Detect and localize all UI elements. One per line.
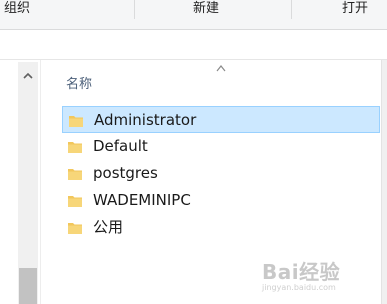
list-item-public[interactable]: 公用 bbox=[62, 214, 380, 241]
ribbon-separator bbox=[134, 0, 135, 19]
list-item-label: 公用 bbox=[93, 218, 124, 236]
ribbon-separator bbox=[291, 0, 292, 19]
nav-pane-scrollbar[interactable] bbox=[18, 62, 38, 304]
folder-icon bbox=[68, 196, 82, 207]
scroll-up-arrow-icon[interactable] bbox=[22, 70, 34, 82]
column-header-name[interactable]: 名称 bbox=[66, 73, 92, 92]
list-item-label: postgres bbox=[93, 164, 158, 182]
folder-icon bbox=[69, 116, 83, 127]
watermark-url: jingyan.baidu.com bbox=[262, 283, 336, 292]
baidu-jingyan-watermark: Bai经验 jingyan.baidu.com bbox=[262, 256, 382, 300]
pane-divider[interactable] bbox=[40, 60, 41, 304]
file-list: Administrator Default postgres WADEMINIP… bbox=[62, 106, 380, 241]
list-item-label: Administrator bbox=[94, 111, 197, 129]
scrollbar-thumb[interactable] bbox=[19, 268, 37, 304]
ribbon-bar: 组织 新建 打开 bbox=[0, 0, 387, 19]
list-item-administrator[interactable]: Administrator bbox=[62, 106, 380, 133]
ribbon-group-organize[interactable]: 组织 bbox=[4, 0, 30, 19]
ribbon-group-open[interactable]: 打开 bbox=[342, 0, 368, 19]
list-item-label: WADEMINIPC bbox=[93, 191, 191, 209]
watermark-logo-text: Bai经验 bbox=[262, 260, 341, 284]
ribbon-bottom-edge bbox=[0, 19, 387, 30]
list-item-postgres[interactable]: postgres bbox=[62, 160, 380, 187]
folder-icon bbox=[68, 169, 82, 180]
list-item-default[interactable]: Default bbox=[62, 133, 380, 160]
list-item-label: Default bbox=[93, 137, 148, 155]
sort-ascending-icon bbox=[216, 65, 226, 72]
folder-icon bbox=[68, 142, 82, 153]
list-item-wademinipc[interactable]: WADEMINIPC bbox=[62, 187, 380, 214]
ribbon-group-new[interactable]: 新建 bbox=[193, 0, 219, 19]
folder-icon bbox=[68, 223, 82, 234]
address-area bbox=[0, 30, 387, 60]
